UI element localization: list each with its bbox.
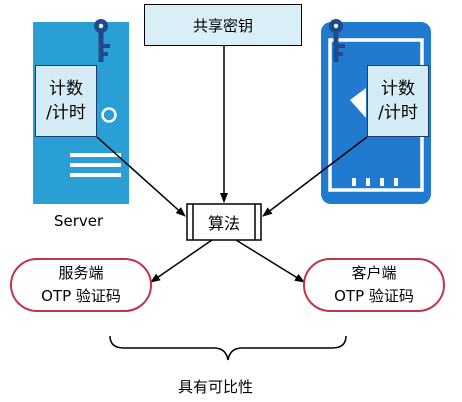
server-otp-code-label: OTP 验证码 bbox=[41, 287, 121, 305]
client-otp-title: 客户端 bbox=[351, 264, 397, 282]
server-counter-line2: /计时 bbox=[46, 103, 86, 123]
comparison-label: 具有可比性 bbox=[178, 378, 254, 396]
server-counter-box: 计数 /计时 bbox=[35, 65, 97, 137]
arrow-algorithm-to-server-otp bbox=[150, 239, 213, 283]
client-counter-line2: /计时 bbox=[378, 103, 418, 123]
server-counter-line1: 计数 bbox=[49, 79, 83, 99]
client-counter-box: 计数 /计时 bbox=[367, 65, 429, 137]
client-counter-line1: 计数 bbox=[381, 79, 415, 99]
server-otp-title: 服务端 bbox=[58, 264, 104, 282]
server-label: Server bbox=[54, 212, 104, 230]
client-otp-box: 客户端 OTP 验证码 bbox=[303, 258, 445, 312]
client-otp-code-label: OTP 验证码 bbox=[334, 287, 414, 305]
comparison-brace bbox=[109, 335, 347, 361]
shared-key-box: 共享密钥 bbox=[144, 4, 302, 46]
server-otp-box: 服务端 OTP 验证码 bbox=[10, 258, 152, 312]
arrow-algorithm-to-client-otp bbox=[235, 239, 305, 283]
algorithm-label: 算法 bbox=[207, 214, 240, 233]
diagram-canvas bbox=[33, 19, 431, 361]
shared-key-label: 共享密钥 bbox=[192, 16, 253, 35]
algorithm-box: 算法 bbox=[187, 204, 261, 240]
